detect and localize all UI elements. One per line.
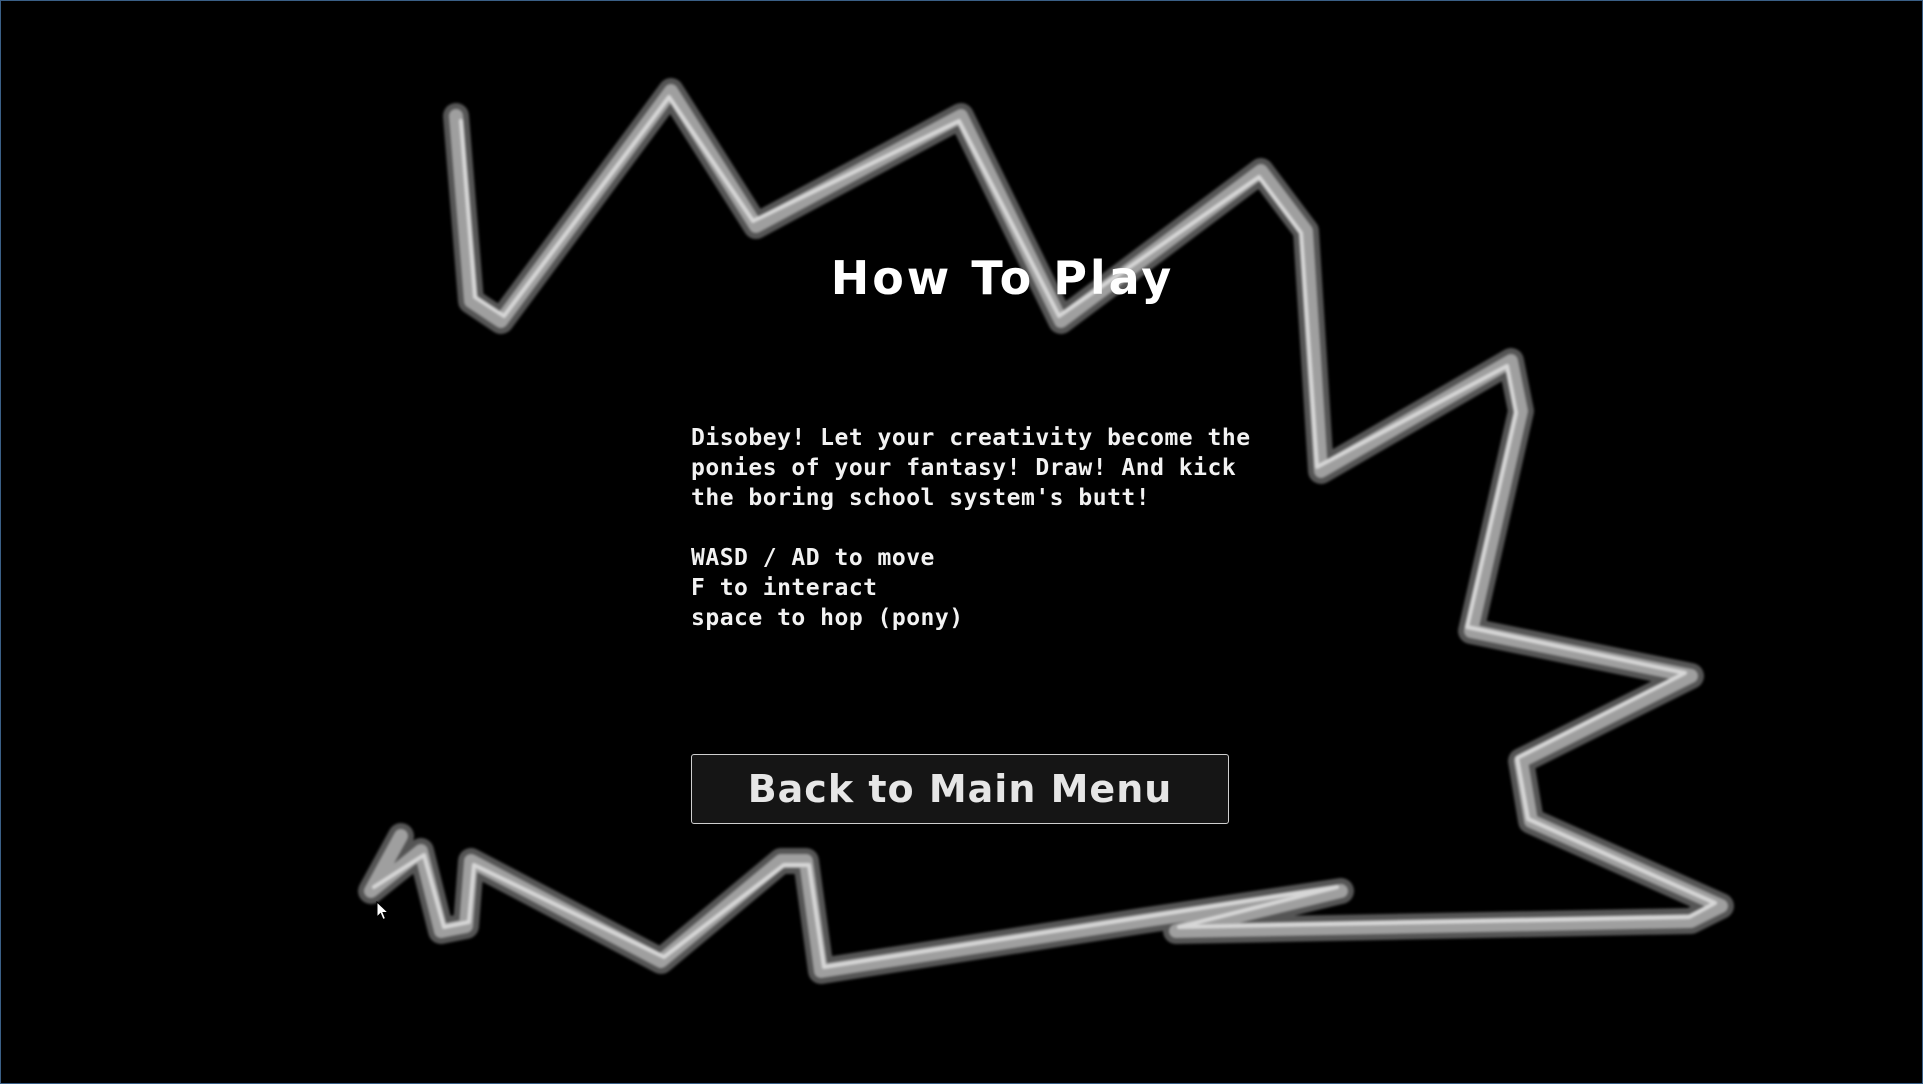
controls-move: WASD / AD to move (691, 545, 935, 571)
game-description: Disobey! Let your creativity become the … (691, 425, 1251, 511)
controls-list: WASD / AD to move F to interact space to… (691, 543, 1251, 633)
controls-interact: F to interact (691, 575, 878, 601)
back-to-main-menu-button[interactable]: Back to Main Menu (691, 754, 1229, 824)
page-title: How To Play (830, 251, 1175, 305)
controls-hop: space to hop (pony) (691, 605, 964, 631)
mouse-pointer-icon (376, 901, 390, 921)
how-to-play-screen: How To Play Disobey! Let your creativity… (0, 0, 1923, 1084)
